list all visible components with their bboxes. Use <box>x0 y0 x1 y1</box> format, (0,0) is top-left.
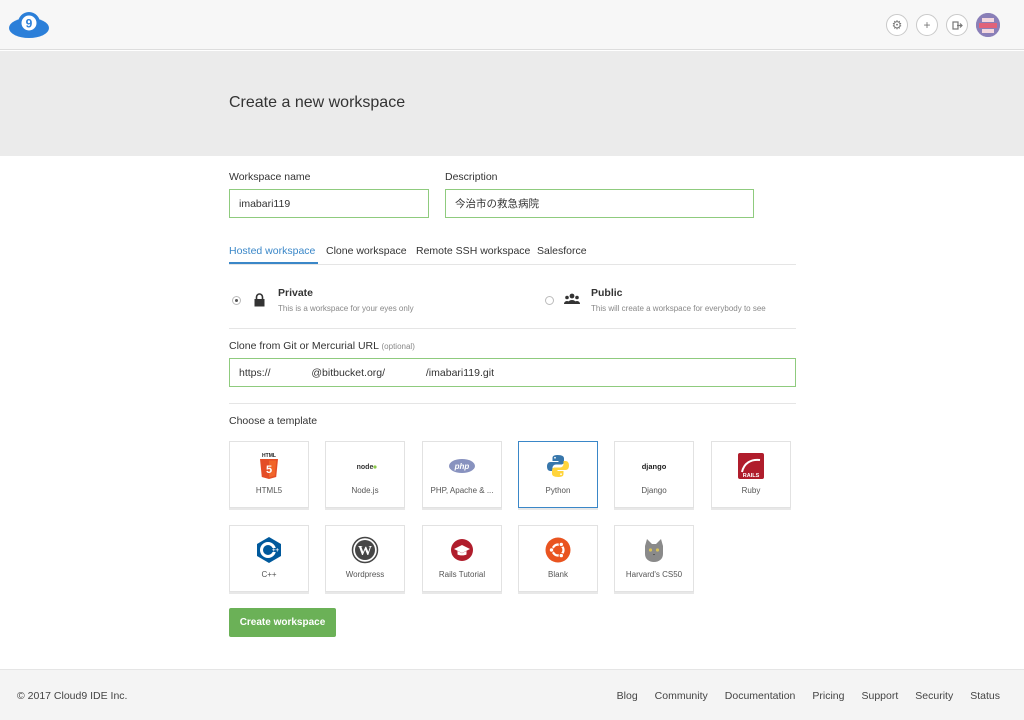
template-django[interactable]: django Django <box>614 441 694 508</box>
footer-link-blog[interactable]: Blog <box>617 690 638 702</box>
template-name: PHP, Apache & ... <box>430 486 494 495</box>
svg-text:node: node <box>357 464 374 471</box>
template-name: Node.js <box>351 486 379 495</box>
workspace-name-input[interactable]: imabari119 <box>229 189 429 218</box>
cloud9-logo-icon[interactable]: 9 <box>8 11 50 39</box>
template-name: Django <box>641 486 667 495</box>
public-description: This will create a workspace for everybo… <box>591 304 766 313</box>
cat-icon <box>645 539 663 562</box>
template-wordpress[interactable]: W Wordpress <box>325 525 405 592</box>
private-description: This is a workspace for your eyes only <box>278 304 414 313</box>
template-rails-tutorial[interactable]: Rails Tutorial <box>422 525 502 592</box>
svg-text:++: ++ <box>272 548 280 554</box>
django-icon: django <box>642 462 667 471</box>
plus-icon[interactable]: + <box>916 14 938 36</box>
html5-icon: HTML 5 <box>260 453 278 479</box>
top-bar: 9 ⚙ + <box>0 0 1024 50</box>
tab-hosted-workspace[interactable]: Hosted workspace <box>229 245 315 257</box>
logo-text: 9 <box>26 17 33 31</box>
footer: © 2017 Cloud9 IDE Inc. Blog Community Do… <box>0 669 1024 720</box>
ubuntu-icon <box>545 537 571 563</box>
template-name: Harvard's CS50 <box>625 570 683 579</box>
page-header: Create a new workspace <box>0 51 1024 156</box>
rails-icon: RAILS <box>738 453 764 479</box>
footer-link-status[interactable]: Status <box>970 690 1000 702</box>
wordpress-icon: W <box>351 536 379 564</box>
footer-link-documentation[interactable]: Documentation <box>725 690 796 702</box>
clone-url-optional: (optional) <box>381 342 415 351</box>
template-name: Blank <box>547 570 568 579</box>
clone-url-input[interactable]: https:// @bitbucket.org/ /imabari119.git <box>229 358 796 387</box>
nodejs-icon: node <box>357 464 377 471</box>
cpp-icon: ++ <box>257 537 281 563</box>
template-ruby[interactable]: RAILS Ruby <box>711 441 791 508</box>
description-label: Description <box>445 171 498 183</box>
private-title: Private <box>278 287 314 299</box>
workspace-type-tabs: Hosted workspace Clone workspace Remote … <box>229 240 796 265</box>
template-nodejs[interactable]: node Node.js <box>325 441 405 508</box>
footer-link-support[interactable]: Support <box>862 690 899 702</box>
template-name: Wordpress <box>345 570 385 579</box>
template-html5[interactable]: HTML 5 HTML5 <box>229 441 309 508</box>
python-icon <box>547 455 569 477</box>
php-icon: php <box>449 459 475 473</box>
svg-text:HTML: HTML <box>262 453 276 459</box>
template-php-apache[interactable]: php PHP, Apache & ... <box>422 441 502 508</box>
tab-salesforce[interactable]: Salesforce <box>537 245 587 257</box>
svg-text:php: php <box>454 462 470 471</box>
private-radio[interactable] <box>232 296 241 305</box>
footer-links: Blog Community Documentation Pricing Sup… <box>617 690 1000 702</box>
tab-clone-workspace[interactable]: Clone workspace <box>326 245 407 257</box>
public-radio[interactable] <box>545 296 554 305</box>
template-python[interactable]: Python <box>518 441 598 508</box>
clone-url-label: Clone from Git or Mercurial URL (optiona… <box>229 340 415 352</box>
avatar[interactable] <box>976 13 1000 37</box>
footer-link-community[interactable]: Community <box>655 690 708 702</box>
template-name: C++ <box>261 570 277 579</box>
tab-remote-ssh-workspace[interactable]: Remote SSH workspace <box>416 245 530 257</box>
page-title: Create a new workspace <box>229 94 406 111</box>
divider <box>229 328 796 329</box>
template-name: Ruby <box>741 486 761 495</box>
logout-icon[interactable] <box>946 14 968 36</box>
svg-text:5: 5 <box>266 464 272 476</box>
create-workspace-button[interactable]: Create workspace <box>229 608 336 637</box>
divider <box>229 403 796 404</box>
users-icon <box>564 293 580 304</box>
copyright: © 2017 Cloud9 IDE Inc. <box>17 690 128 702</box>
svg-text:W: W <box>358 544 372 559</box>
template-harvard-cs50[interactable]: Harvard's CS50 <box>614 525 694 592</box>
gear-icon[interactable]: ⚙ <box>886 14 908 36</box>
active-tab-indicator <box>229 262 318 264</box>
footer-link-security[interactable]: Security <box>915 690 953 702</box>
footer-link-pricing[interactable]: Pricing <box>812 690 844 702</box>
template-cpp[interactable]: ++ C++ <box>229 525 309 592</box>
top-bar-actions: ⚙ + <box>886 13 1000 37</box>
description-input[interactable]: 今治市の救急病院 <box>445 189 754 218</box>
template-name: HTML5 <box>255 486 283 495</box>
lock-icon <box>254 293 265 307</box>
svg-text:django: django <box>642 462 667 471</box>
clone-url-label-text: Clone from Git or Mercurial URL <box>229 340 379 352</box>
template-name: Python <box>545 486 571 495</box>
template-blank[interactable]: Blank <box>518 525 598 592</box>
svg-text:RAILS: RAILS <box>743 473 760 479</box>
public-title: Public <box>591 287 623 299</box>
workspace-name-label: Workspace name <box>229 171 311 183</box>
template-label: Choose a template <box>229 415 318 427</box>
rails-tutorial-icon <box>451 539 473 561</box>
template-name: Rails Tutorial <box>438 570 486 579</box>
